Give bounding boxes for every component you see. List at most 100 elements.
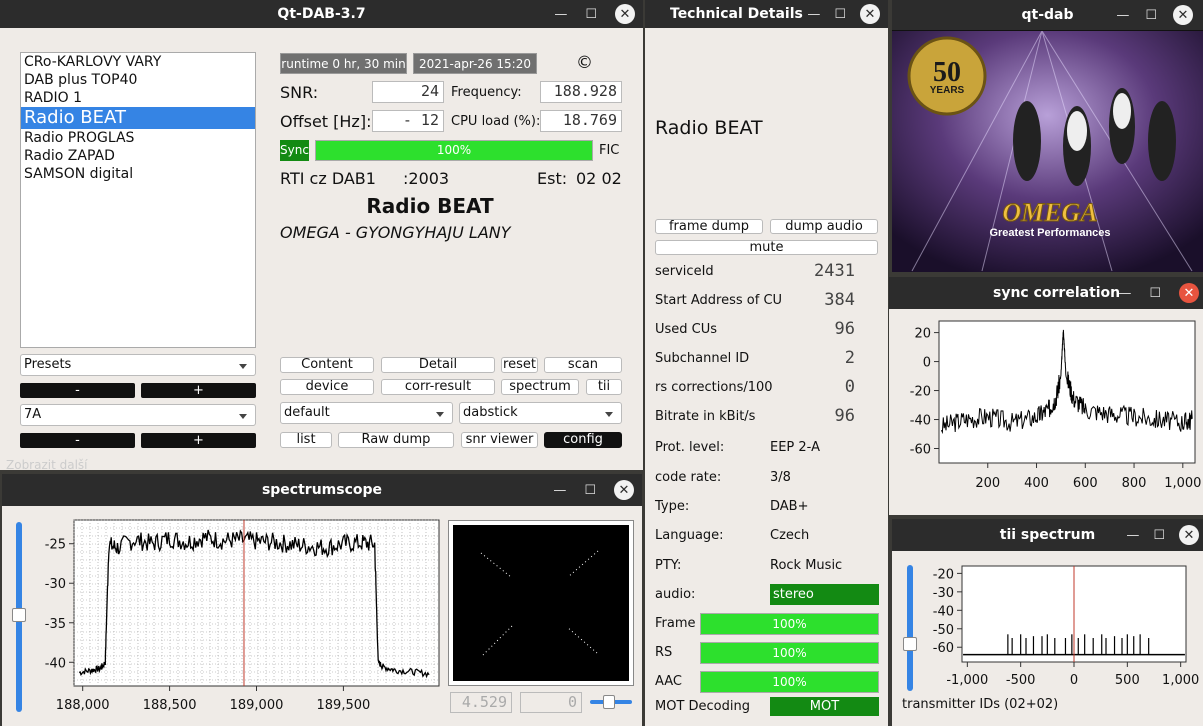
x-tick-label: 189,000	[230, 698, 284, 713]
maximize-icon[interactable]: ☐	[584, 483, 596, 498]
x-tick-label: 189,500	[317, 698, 371, 713]
iq-constellation-plot	[453, 525, 629, 681]
frequency-label: Frequency:	[451, 85, 522, 100]
device-button[interactable]: device	[280, 379, 374, 395]
service-list[interactable]: CRo-KARLOVY VARY DAB plus TOP40 RADIO 1 Rad…	[20, 52, 256, 348]
title-bar[interactable]: spectrumscope	[2, 474, 642, 506]
tech-field-label: code rate:	[655, 470, 722, 485]
preset-minus-button[interactable]: -	[20, 383, 135, 398]
service-list-item[interactable]: SAMSON digital	[21, 165, 255, 183]
tii-button[interactable]: tii	[586, 379, 622, 395]
service-list-item[interactable]: RADIO 1	[21, 89, 255, 107]
sync-indicator: Sync	[280, 140, 309, 161]
close-icon[interactable]: ✕	[860, 4, 880, 24]
tech-field-value: DAB+	[770, 499, 809, 514]
maximize-icon[interactable]: ☐	[1145, 8, 1157, 23]
device-select[interactable]: dabstick	[459, 402, 622, 424]
tii-slider-handle[interactable]	[903, 637, 917, 651]
config-button[interactable]: config	[544, 432, 622, 448]
minimize-icon[interactable]: —	[807, 7, 820, 22]
minimize-icon[interactable]: —	[1126, 528, 1139, 543]
tech-field-label: Used CUs	[655, 322, 718, 337]
service-list-item[interactable]: Radio PROGLAS	[21, 129, 255, 147]
close-icon[interactable]: ✕	[615, 4, 635, 24]
copyright-label[interactable]: ©	[576, 53, 593, 73]
mute-button[interactable]: mute	[655, 240, 878, 255]
minimize-icon[interactable]: —	[1118, 286, 1131, 301]
window-title: qt-dab	[1021, 7, 1074, 23]
maximize-icon[interactable]: ☐	[834, 7, 846, 22]
tech-field-lcd: 2431	[814, 261, 855, 281]
tii-spectrum-chart: -1,000 -500 0 500 1,000 -20 -30 -40 -50 -60	[933, 565, 1199, 688]
spectrum-slider-handle[interactable]	[12, 608, 26, 622]
window-title: sync correlation	[993, 285, 1121, 301]
channel-plus-button[interactable]: +	[141, 433, 256, 448]
transmitter-ids-label: transmitter IDs (02+02)	[902, 697, 1059, 712]
y-tick-label: -40	[933, 604, 954, 619]
mot-indicator: MOT	[770, 697, 879, 716]
close-icon[interactable]: ✕	[1173, 5, 1193, 25]
close-icon[interactable]: ✕	[1179, 525, 1199, 545]
tii-vertical-slider[interactable]	[907, 565, 913, 691]
maximize-icon[interactable]: ☐	[1149, 286, 1161, 301]
fic-label: FIC	[599, 143, 620, 158]
detail-button[interactable]: Detail	[381, 357, 495, 373]
quality-label: Frame	[655, 616, 696, 631]
spectrum-h-slider-handle[interactable]	[603, 695, 615, 709]
service-list-item[interactable]: DAB plus TOP40	[21, 71, 255, 89]
x-tick-label: 200	[975, 476, 1000, 491]
corr-result-button[interactable]: corr-result	[381, 379, 495, 395]
reset-button[interactable]: reset	[501, 357, 538, 373]
ensemble-id: :2003	[403, 169, 450, 188]
tii-spectrum-window: tii spectrum — ☐ ✕ -1,000 -500 0 500 1,000 -20-…	[892, 519, 1203, 726]
est-label: Est:	[537, 169, 568, 188]
minimize-icon[interactable]: —	[554, 7, 567, 22]
quality-label: RS	[655, 645, 673, 660]
presets-select[interactable]: Presets	[20, 354, 256, 376]
mot-label: MOT Decoding	[655, 699, 750, 714]
spectrum-button[interactable]: spectrum	[501, 379, 579, 395]
service-list-item[interactable]: CRo-KARLOVY VARY	[21, 53, 255, 71]
dump-audio-button[interactable]: dump audio	[770, 219, 878, 234]
tech-field-lcd: 96	[834, 406, 855, 426]
plot-area	[938, 320, 1196, 464]
minimize-icon[interactable]: —	[553, 483, 566, 498]
y-tick-label: -50	[933, 623, 954, 638]
dynamic-label: OMEGA - GYONGYHAJU LANY	[280, 223, 511, 242]
album-cover-image: 50 YEARS OMEGA Greatest Performances	[892, 31, 1203, 272]
service-list-item[interactable]: Radio BEAT	[21, 107, 255, 129]
snr-viewer-button[interactable]: snr viewer	[461, 432, 538, 448]
service-list-item[interactable]: Radio ZAPAD	[21, 147, 255, 165]
maximize-icon[interactable]: ☐	[1153, 528, 1165, 543]
list-button[interactable]: list	[280, 432, 332, 448]
window-title: spectrumscope	[261, 482, 383, 498]
service-name: Radio BEAT	[366, 194, 494, 218]
raw-dump-button[interactable]: Raw dump	[338, 432, 454, 448]
channel-select[interactable]: 7A	[20, 404, 256, 426]
x-tick-label: 500	[1115, 673, 1140, 688]
close-icon[interactable]: ✕	[1179, 283, 1199, 303]
preset-plus-button[interactable]: +	[141, 383, 256, 398]
band-logo: OMEGA	[1002, 198, 1097, 227]
scan-button[interactable]: scan	[544, 357, 622, 373]
tech-field-lcd: 0	[844, 377, 855, 397]
channel-minus-button[interactable]: -	[20, 433, 135, 448]
minimize-icon[interactable]: —	[1116, 8, 1129, 23]
window-title: Qt-DAB-3.7	[277, 6, 366, 22]
content-button[interactable]: Content	[280, 357, 374, 373]
sync-progress: 100%	[315, 140, 593, 161]
default-select[interactable]: default	[280, 402, 453, 424]
constellation-frame	[448, 520, 634, 686]
frame-dump-button[interactable]: frame dump	[655, 219, 763, 234]
quality-progress-fill: 100%	[701, 614, 878, 634]
sync-correlation-chart: 200 400 600 800 1,000200-20-40-60	[910, 320, 1201, 491]
y-tick-label: -20	[910, 385, 931, 400]
album-subtitle: Greatest Performances	[989, 227, 1110, 239]
maximize-icon[interactable]: ☐	[585, 7, 597, 22]
title-bar[interactable]: Qt-DAB-3.7	[0, 0, 643, 28]
close-icon[interactable]: ✕	[614, 480, 634, 500]
date-display: 2021-apr-26 15:20	[413, 53, 537, 74]
tech-field-label: PTY:	[655, 558, 682, 573]
x-tick-label: -500	[1006, 673, 1036, 688]
plot-area	[73, 519, 440, 687]
